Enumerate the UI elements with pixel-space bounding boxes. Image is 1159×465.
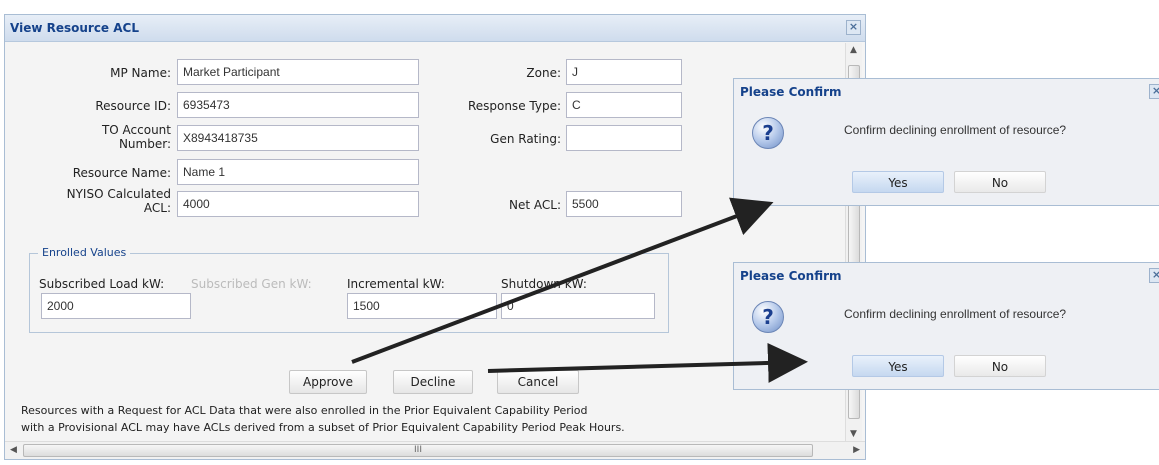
- annotation-arrows: [351, 197, 808, 383]
- annotation-arrow: [351, 197, 774, 364]
- annotation-arrow: [487, 342, 808, 383]
